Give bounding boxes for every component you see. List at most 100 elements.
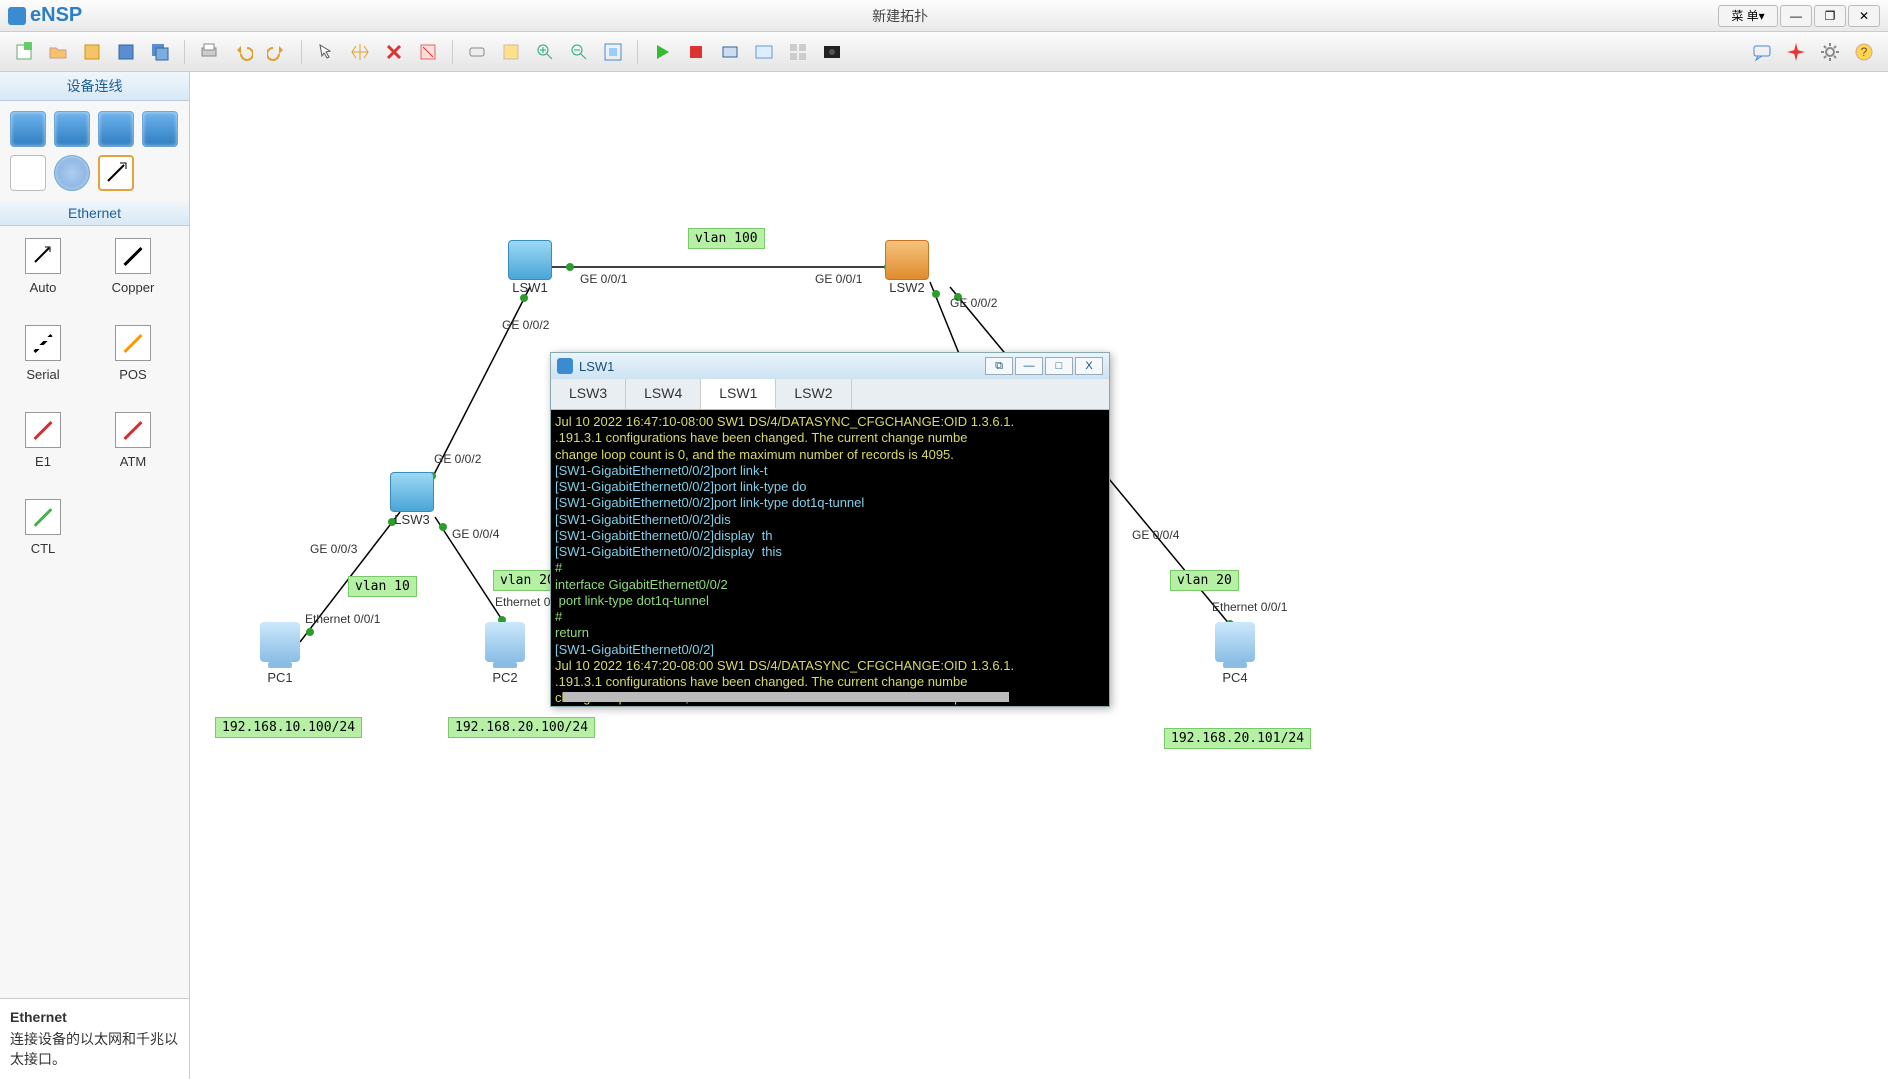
cli-output[interactable]: Jul 10 2022 16:47:10-08:00 SW1 DS/4/DATA…	[551, 410, 1109, 706]
cli-icon[interactable]	[750, 38, 778, 66]
cable-pos[interactable]: POS	[108, 325, 158, 382]
start-icon[interactable]	[648, 38, 676, 66]
switch-category-icon[interactable]	[54, 111, 90, 147]
zoom-in-icon[interactable]	[531, 38, 559, 66]
port-lsw2-g2: GE 0/0/2	[950, 296, 997, 310]
description-body: 连接设备的以太网和千兆以太接口。	[10, 1029, 179, 1069]
vlan100-label: vlan 100	[688, 228, 765, 249]
router-category-icon[interactable]	[10, 111, 46, 147]
cable-serial[interactable]: Serial	[18, 325, 68, 382]
pc1-ip-label: 192.168.10.100/24	[215, 717, 362, 738]
vlan10-label: vlan 10	[348, 576, 417, 597]
cable-panel-title: Ethernet	[0, 201, 189, 226]
cli-tab-lsw3[interactable]: LSW3	[551, 379, 626, 409]
cable-atm[interactable]: ATM	[108, 412, 158, 469]
app-logo: eNSP	[8, 4, 82, 27]
snapshot-icon[interactable]	[818, 38, 846, 66]
huawei-icon[interactable]	[1782, 38, 1810, 66]
cli-minimize-button[interactable]: —	[1015, 357, 1043, 375]
fit-icon[interactable]	[599, 38, 627, 66]
port-lsw3-g3: GE 0/0/3	[310, 542, 357, 556]
cli-close-button[interactable]: X	[1075, 357, 1103, 375]
port-pc1-eth: Ethernet 0/0/1	[305, 612, 380, 626]
cli-detach-button[interactable]: ⧉	[985, 357, 1013, 375]
port-lsw1-g1: GE 0/0/1	[580, 272, 627, 286]
window-controls: 菜 单▾ — ❐ ✕	[1718, 5, 1880, 27]
grid-icon[interactable]	[784, 38, 812, 66]
port-lsw2-g1: GE 0/0/1	[815, 272, 862, 286]
print-icon[interactable]	[195, 38, 223, 66]
window-title: 新建拓扑	[82, 6, 1718, 26]
cable-grid: Auto Copper Serial POS E1 ATM CTL	[0, 226, 189, 568]
cli-tab-lsw2[interactable]: LSW2	[776, 379, 851, 409]
wlan-category-icon[interactable]	[98, 111, 134, 147]
cli-window-title: LSW1	[579, 359, 614, 374]
pc-category-icon[interactable]	[10, 155, 46, 191]
clear-icon[interactable]	[414, 38, 442, 66]
connection-category-icon[interactable]	[98, 155, 134, 191]
main-area: 设备连线 Ethernet Auto Copper Serial POS E1 …	[0, 72, 1888, 1079]
device-grid	[0, 101, 189, 201]
open-icon[interactable]	[44, 38, 72, 66]
disk-multi-icon[interactable]	[146, 38, 174, 66]
node-pc1[interactable]: PC1	[260, 622, 300, 685]
pc2-ip-label: 192.168.20.100/24	[448, 717, 595, 738]
redo-icon[interactable]	[263, 38, 291, 66]
port-pc4-eth: Ethernet 0/0/1	[1212, 600, 1287, 614]
pointer-icon[interactable]	[312, 38, 340, 66]
node-pc2[interactable]: PC2	[485, 622, 525, 685]
cable-copper[interactable]: Copper	[108, 238, 158, 295]
description-title: Ethernet	[10, 1009, 179, 1025]
minimize-button[interactable]: —	[1780, 5, 1812, 27]
topology-canvas[interactable]: LSW1 LSW2 LSW3 PC1 PC2 PC4 vlan 100 vlan…	[190, 72, 1888, 1079]
node-pc4[interactable]: PC4	[1215, 622, 1255, 685]
capture-icon[interactable]	[716, 38, 744, 66]
cli-tab-lsw4[interactable]: LSW4	[626, 379, 701, 409]
port-lsw1-g2: GE 0/0/2	[502, 318, 549, 332]
cli-titlebar[interactable]: LSW1 ⧉ — □ X	[551, 353, 1109, 379]
node-lsw3[interactable]: LSW3	[390, 472, 434, 527]
svg-text:?: ?	[1861, 45, 1868, 59]
port-lsw3-g4: GE 0/0/4	[452, 527, 499, 541]
close-button[interactable]: ✕	[1848, 5, 1880, 27]
pan-icon[interactable]	[346, 38, 374, 66]
settings-icon[interactable]	[1816, 38, 1844, 66]
cli-maximize-button[interactable]: □	[1045, 357, 1073, 375]
cable-e1[interactable]: E1	[18, 412, 68, 469]
node-lsw2[interactable]: LSW2	[885, 240, 929, 295]
new-topology-icon[interactable]	[10, 38, 38, 66]
description-panel: Ethernet 连接设备的以太网和千兆以太接口。	[0, 998, 189, 1079]
pc4-ip-label: 192.168.20.101/24	[1164, 728, 1311, 749]
disk-icon[interactable]	[112, 38, 140, 66]
cli-window-icon	[557, 358, 573, 374]
cable-ctl[interactable]: CTL	[18, 499, 68, 556]
vlan20b-label: vlan 20	[1170, 570, 1239, 591]
cli-window[interactable]: LSW1 ⧉ — □ X LSW3 LSW4 LSW1 LSW2 Jul 10 …	[550, 352, 1110, 707]
maximize-button[interactable]: ❐	[1814, 5, 1846, 27]
note-icon[interactable]	[463, 38, 491, 66]
save-icon[interactable]	[78, 38, 106, 66]
logo-icon	[8, 7, 26, 25]
help-icon[interactable]: ?	[1850, 38, 1878, 66]
cable-auto[interactable]: Auto	[18, 238, 68, 295]
delete-icon[interactable]	[380, 38, 408, 66]
device-panel-title: 设备连线	[0, 72, 189, 101]
cloud-category-icon[interactable]	[54, 155, 90, 191]
message-icon[interactable]	[1748, 38, 1776, 66]
node-lsw1[interactable]: LSW1	[508, 240, 552, 295]
port-pc2-eth-partial: Ethernet 0	[495, 595, 550, 609]
firewall-category-icon[interactable]	[142, 111, 178, 147]
port-lsw3-g2: GE 0/0/2	[434, 452, 481, 466]
titlebar: eNSP 新建拓扑 菜 单▾ — ❐ ✕	[0, 0, 1888, 32]
cli-tab-lsw1[interactable]: LSW1	[701, 379, 776, 409]
menu-button[interactable]: 菜 单▾	[1718, 5, 1778, 27]
palette-icon[interactable]	[497, 38, 525, 66]
sidebar: 设备连线 Ethernet Auto Copper Serial POS E1 …	[0, 72, 190, 1079]
port-lsw2-g4: GE 0/0/4	[1132, 528, 1179, 542]
app-name: eNSP	[30, 4, 82, 27]
cli-tabs: LSW3 LSW4 LSW1 LSW2	[551, 379, 1109, 410]
zoom-out-icon[interactable]	[565, 38, 593, 66]
toolbar: ?	[0, 32, 1888, 72]
stop-icon[interactable]	[682, 38, 710, 66]
undo-icon[interactable]	[229, 38, 257, 66]
